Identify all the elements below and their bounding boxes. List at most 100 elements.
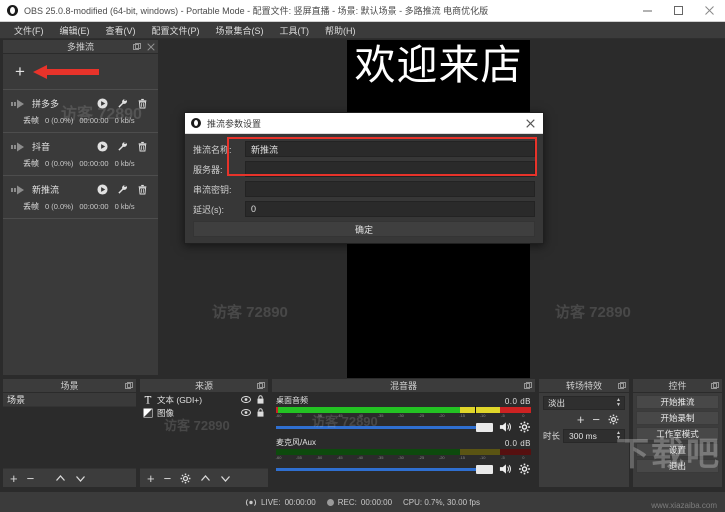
- volume-slider[interactable]: [276, 464, 493, 474]
- controls-dock-header: 控件: [633, 379, 722, 393]
- stream-name-label: 推流名称:: [193, 144, 232, 155]
- start-stream-icon[interactable]: [97, 98, 108, 109]
- remove-scene-button[interactable]: −: [27, 472, 35, 485]
- minimize-button[interactable]: [632, 0, 663, 22]
- scenes-list[interactable]: 场景: [3, 393, 136, 468]
- duration-input[interactable]: 300 ms ▲ ▼: [563, 429, 625, 443]
- move-scene-down-icon[interactable]: [75, 474, 86, 483]
- move-scene-up-icon[interactable]: [55, 474, 66, 483]
- dialog-confirm-button[interactable]: 确定: [193, 221, 535, 237]
- add-stream-button[interactable]: +: [15, 63, 25, 80]
- lock-icon[interactable]: [257, 395, 264, 404]
- add-transition-button[interactable]: +: [577, 413, 585, 426]
- obs-logo-icon: [191, 118, 201, 128]
- transition-select[interactable]: 淡出 ▲ ▼: [543, 396, 625, 410]
- stream-settings-wrench-icon[interactable]: [117, 98, 128, 109]
- float-dock-icon[interactable]: [257, 382, 265, 390]
- mixer-dock-header: 混音器: [272, 379, 535, 393]
- volume-slider[interactable]: [276, 422, 493, 432]
- dropped-frames-value: 0 (0.0%): [45, 159, 74, 168]
- multistream-item-actions: [97, 184, 148, 195]
- mute-speaker-icon[interactable]: [499, 463, 512, 475]
- sources-dock: 来源 T 文本 (GDI+) 图像 访客 72890 + −: [139, 378, 269, 488]
- transitions-dock: 转场特效 淡出 ▲ ▼ + − 时长 300 ms ▲ ▼: [538, 378, 630, 488]
- live-time: 00:00:00: [284, 497, 316, 507]
- add-source-button[interactable]: +: [147, 472, 155, 485]
- dialog-close-button[interactable]: [517, 113, 543, 134]
- studio-mode-button[interactable]: 工作室模式: [636, 427, 719, 441]
- start-streaming-button[interactable]: 开始推流: [636, 395, 719, 409]
- multistream-item[interactable]: 拼多多 丢帧 0 (0.0%) 00:00:00 0 kb/s: [3, 90, 158, 133]
- remove-source-button[interactable]: −: [164, 472, 172, 485]
- start-stream-icon[interactable]: [97, 184, 108, 195]
- dialog-titlebar: 推流参数设置: [185, 113, 543, 134]
- sources-list[interactable]: T 文本 (GDI+) 图像 访客 72890: [140, 393, 268, 468]
- source-list-item[interactable]: 图像: [140, 406, 268, 419]
- mixer-track: 桌面音频 0.0 dB -60 -55 -50 -45 -40 -35 -30 -25 -2…: [276, 396, 531, 433]
- source-item-actions: [241, 395, 264, 404]
- multistream-item-actions: [97, 141, 148, 152]
- close-dock-icon[interactable]: [147, 43, 155, 51]
- close-button[interactable]: [694, 0, 725, 22]
- server-input[interactable]: [245, 161, 535, 177]
- transition-settings-gear-icon[interactable]: [608, 414, 619, 425]
- maximize-button[interactable]: [663, 0, 694, 22]
- delete-stream-icon[interactable]: [137, 184, 148, 195]
- float-dock-icon[interactable]: [711, 382, 719, 390]
- menu-tools[interactable]: 工具(T): [272, 22, 318, 39]
- delay-input[interactable]: 0: [245, 201, 535, 217]
- scene-list-item[interactable]: 场景: [3, 393, 136, 407]
- start-recording-button[interactable]: 开始录制: [636, 411, 719, 425]
- move-source-down-icon[interactable]: [220, 474, 231, 483]
- start-stream-icon[interactable]: [97, 141, 108, 152]
- settings-button[interactable]: 设置: [636, 443, 719, 457]
- source-item-label: 文本 (GDI+): [157, 394, 203, 405]
- dropped-frames-label: 丢帧: [23, 116, 39, 125]
- exit-button[interactable]: 退出: [636, 459, 719, 473]
- lock-icon[interactable]: [257, 408, 264, 417]
- source-list-item[interactable]: T 文本 (GDI+): [140, 393, 268, 406]
- menubar: 文件(F) 编辑(E) 查看(V) 配置文件(P) 场景集合(S) 工具(T) …: [0, 22, 725, 39]
- float-dock-icon[interactable]: [125, 382, 133, 390]
- eye-icon[interactable]: [241, 396, 251, 403]
- volume-slider-handle[interactable]: [476, 422, 493, 432]
- cpu-fps-value: CPU: 0.7%, 30.00 fps: [403, 497, 480, 507]
- menu-help[interactable]: 帮助(H): [317, 22, 364, 39]
- menu-view[interactable]: 查看(V): [98, 22, 144, 39]
- stream-name-input[interactable]: 新推流: [245, 141, 535, 157]
- source-settings-gear-icon[interactable]: [180, 473, 191, 484]
- stream-arrow-icon: [11, 99, 24, 108]
- live-label: LIVE:: [261, 497, 281, 507]
- stream-settings-wrench-icon[interactable]: [117, 141, 128, 152]
- audio-settings-gear-icon[interactable]: [518, 421, 531, 433]
- menu-edit[interactable]: 编辑(E): [52, 22, 98, 39]
- menu-profile[interactable]: 配置文件(P): [144, 22, 208, 39]
- red-arrow-annotation: [32, 64, 99, 79]
- duration-spinner-icon[interactable]: ▲ ▼: [614, 430, 623, 442]
- multistream-item[interactable]: 抖音 丢帧 0 (0.0%) 00:00:00 0 kb/s: [3, 133, 158, 176]
- float-dock-icon[interactable]: [524, 382, 532, 390]
- move-source-up-icon[interactable]: [200, 474, 211, 483]
- mixer-tracks: 桌面音频 0.0 dB -60 -55 -50 -45 -40 -35 -30 -25 -2…: [272, 393, 535, 487]
- transition-duration-row: 时长 300 ms ▲ ▼: [543, 429, 625, 443]
- stream-settings-wrench-icon[interactable]: [117, 184, 128, 195]
- float-dock-icon[interactable]: [133, 43, 141, 51]
- float-dock-icon[interactable]: [618, 382, 626, 390]
- delete-stream-icon[interactable]: [137, 141, 148, 152]
- stream-key-input[interactable]: [245, 181, 535, 197]
- multistream-item[interactable]: 新推流 丢帧 0 (0.0%) 00:00:00 0 kb/s: [3, 176, 158, 219]
- delete-stream-icon[interactable]: [137, 98, 148, 109]
- add-scene-button[interactable]: +: [10, 472, 18, 485]
- duration-value: 300 ms: [569, 431, 597, 441]
- window-titlebar: OBS 25.0.8-modified (64-bit, windows) - …: [0, 0, 725, 22]
- eye-icon[interactable]: [241, 409, 251, 416]
- mute-speaker-icon[interactable]: [499, 421, 512, 433]
- chevron-updown-icon[interactable]: ▲ ▼: [614, 397, 623, 409]
- remove-transition-button[interactable]: −: [592, 413, 600, 426]
- controls-dock: 控件 开始推流 开始录制 工作室模式 设置 退出: [632, 378, 723, 488]
- menu-scene-collection[interactable]: 场景集合(S): [208, 22, 272, 39]
- menu-file[interactable]: 文件(F): [6, 22, 52, 39]
- volume-slider-handle[interactable]: [476, 464, 493, 474]
- multistream-item-actions: [97, 98, 148, 109]
- audio-settings-gear-icon[interactable]: [518, 463, 531, 475]
